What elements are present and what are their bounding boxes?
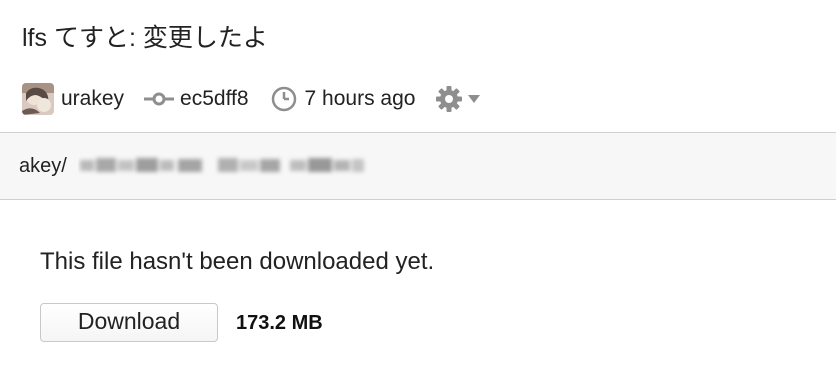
commit-meta: urakey ec5dff8 7 hours ago	[22, 80, 481, 118]
download-button[interactable]: Download	[40, 303, 218, 342]
author-link[interactable]: urakey	[61, 87, 124, 111]
commit-title: lfs てすと: 変更したよ	[22, 24, 268, 52]
git-commit-icon	[144, 91, 175, 107]
file-size: 173.2 MB	[236, 312, 323, 334]
path-prefix: akey/	[19, 155, 67, 177]
file-view: lfs てすと: 変更したよ urakey ec5dff8 7 hours ag…	[0, 0, 836, 366]
clock-icon	[271, 86, 297, 112]
lfs-not-downloaded-message: This file hasn't been downloaded yet.	[40, 248, 435, 275]
commit-time: 7 hours ago	[304, 87, 416, 110]
gear-icon[interactable]	[435, 85, 463, 113]
user-avatar[interactable]	[22, 83, 54, 115]
redacted-path	[78, 150, 368, 180]
caret-down-icon[interactable]	[467, 94, 481, 104]
commit-sha-link[interactable]: ec5dff8	[180, 87, 249, 111]
